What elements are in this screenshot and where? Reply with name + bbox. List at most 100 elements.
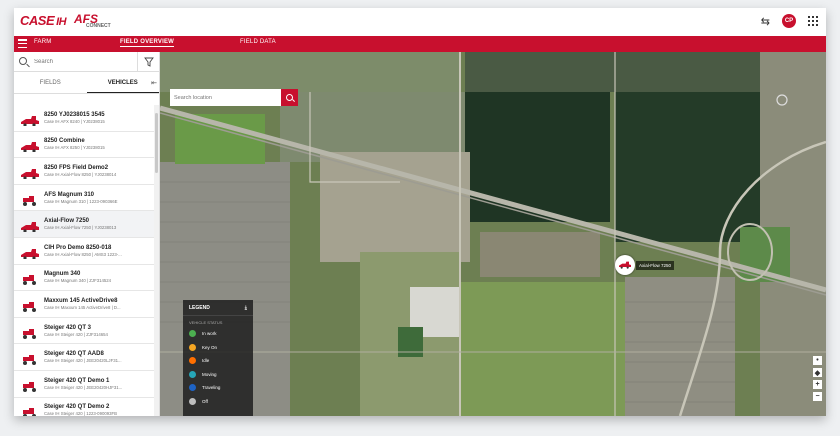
legend-item: Traveling [183,381,253,395]
vehicle-marker-label: Axial-Flow 7250 [636,260,675,270]
case-ih-logo: CASE IH [20,13,67,28]
status-dot-icon [189,370,196,378]
sidebar-search-input[interactable] [34,56,124,68]
vehicle-model: Case IH Axial-Flow 8250 | YJ0238014 [44,171,117,177]
vehicle-list-item[interactable]: 8250 YJ0238015 3545 Case IH AFX 8240 | YJ… [14,105,154,132]
locate-icon[interactable]: • [813,356,822,365]
combine-icon [615,255,635,275]
vehicle-name: AFS Magnum 310 [44,191,95,198]
vehicle-list-item[interactable]: Maxxum 145 ActiveDrive8 Case IH Maxxum 14… [14,291,154,318]
filter-icon [143,57,154,67]
legend-item: Idle [183,354,253,368]
legend-item: Moving [183,368,253,382]
vehicle-model: Case IH Magnum 340 | ZJF314524 [44,278,112,284]
user-avatar[interactable]: CP [782,14,796,28]
vehicle-name: Steiger 420 QT AAD8 [44,351,104,358]
zoom-out-button[interactable]: − [813,392,822,401]
app-window: CASE IH AFS CONNECT ⇆ CP FARM FIELD OVERVI… [14,8,826,416]
nav-field-data[interactable]: FIELD DATA [240,39,276,45]
sidebar-search [14,52,159,72]
vehicle-list-item[interactable]: Axial-Flow 7250 Case IH Axial-Flow 7250 |… [14,211,154,238]
status-dot-icon [189,397,196,405]
vehicle-name: Axial-Flow 7250 [44,218,90,225]
top-bar: CASE IH AFS CONNECT ⇆ CP [14,8,826,36]
vehicle-name: CIH Pro Demo 8250-018 [44,244,112,251]
search-icon [19,57,27,65]
legend-item-label: Key On [202,344,218,350]
vehicle-list-item[interactable]: Steiger 420 QT Demo 1 Case IH Steiger 420… [14,371,154,398]
tractor-icon [21,326,39,339]
legend-item: Off [183,395,253,409]
vehicle-model: Case IH AFX 8240 | YJ0238015 [44,118,105,124]
vehicle-list-item[interactable]: 8250 FPS Field Demo2 Case IH Axial-Flow 8… [14,158,154,185]
vehicle-name: Steiger 420 QT 3 [44,324,92,331]
satellite-map [160,52,826,416]
vehicle-model: Case IH Magnum 310 | 1223-090366E [44,198,118,204]
map-legend: LEGEND ⤓ VEHICLE STATUS In work Key On Idle… [183,300,253,416]
tab-fields[interactable]: FIELDS [14,72,87,93]
legend-item-label: Traveling [202,385,221,391]
download-icon[interactable]: ⤓ [245,305,247,311]
apps-grid-icon[interactable] [808,16,818,26]
status-dot-icon [189,357,196,365]
tractor-icon [21,379,39,392]
vehicle-list-item[interactable]: AFS Magnum 310 Case IH Magnum 310 | 1223-… [14,185,154,212]
filter-button[interactable] [137,52,159,72]
vehicle-list-item[interactable]: Steiger 420 QT 3 Case IH Steiger 420 | ZJ… [14,318,154,345]
layers-icon[interactable]: ◆ [813,368,822,377]
map-search [170,89,298,106]
legend-title: LEGEND [189,304,210,311]
collapse-sidebar-icon[interactable]: ⇤ [151,79,157,87]
vehicle-name: Maxxum 145 ActiveDrive8 [44,297,118,304]
vehicle-list-item[interactable]: Magnum 340 Case IH Magnum 340 | ZJF314524 [14,265,154,292]
combine-icon [21,246,39,260]
sidebar-scrollbar[interactable] [154,105,159,416]
map-search-input[interactable] [170,89,281,106]
tab-vehicles[interactable]: VEHICLES [86,72,159,93]
vehicle-model: Case IH Steiger 420 | ZJF314654 [44,331,108,337]
vehicle-list-item[interactable]: Steiger 420 QT AAD8 Case IH Steiger 420 |… [14,344,154,371]
tractor-icon [21,193,39,206]
vehicle-name: 8250 FPS Field Demo2 [44,164,109,171]
vehicle-list-item[interactable]: Steiger 420 QT Demo 2 Case IH Steiger 420… [14,398,154,416]
zoom-in-button[interactable]: + [813,380,822,389]
legend-item: Key On [183,341,253,355]
combine-icon [21,219,39,233]
swap-icon[interactable]: ⇆ [761,15,770,28]
legend-item: In work [183,327,253,341]
vehicle-model: Case IH AFX 8250 | YJ0238015 [44,145,105,151]
vehicle-marker[interactable]: Axial-Flow 7250 [615,255,675,275]
vehicle-name: Steiger 420 QT Demo 1 [44,377,110,384]
sidebar: FIELDS VEHICLES ⇤ 8250 YJ0238015 3545Cas… [14,52,160,416]
vehicle-name: 8250 YJ0238015 3545 [44,111,105,118]
vehicle-model: Case IH Steiger 420 | JEE20420LJF31... [44,358,122,364]
vehicle-name: 8250 Combine [44,138,85,145]
vehicle-name: Steiger 420 QT Demo 2 [44,404,110,411]
tractor-icon [21,405,39,416]
nav-field-overview[interactable]: FIELD OVERVIEW [120,39,175,47]
map-controls: • ◆ + − [813,356,822,401]
tractor-icon [21,352,39,366]
map-view[interactable]: Axial-Flow 7250 LEGEND ⤓ VEHICLE STATUS I… [160,52,826,416]
search-icon [286,94,293,101]
vehicle-list-item[interactable]: 8250 Combine Case IH AFX 8250 | YJ0238015 [14,132,154,159]
map-search-button[interactable] [281,89,298,106]
sidebar-tabs: FIELDS VEHICLES ⇤ [14,72,159,94]
vehicle-model: Case IH Steiger 420 | 1223-090093FB [44,411,118,416]
status-dot-icon [189,384,196,392]
tractor-icon [21,299,39,312]
status-dot-icon [189,330,196,338]
vehicle-list-item[interactable]: CIH Pro Demo 8250-018 Case IH Axial-Flow … [14,238,154,265]
combine-icon [21,139,39,153]
tractor-icon [21,272,39,286]
hamburger-menu-icon[interactable] [18,39,27,48]
vehicle-model: Case IH Steiger 420 | JEE20420HJF31... [44,384,123,390]
nav-farm[interactable]: FARM [34,39,51,45]
afs-connect-logo: AFS CONNECT [74,12,111,29]
vehicle-list: 8250 YJ0238015 3545 Case IH AFX 8240 | YJ… [14,105,154,416]
vehicle-model: Case IH Axial-Flow 7250 | YJ0238013 [44,225,117,231]
combine-icon [21,113,39,127]
vehicle-name: Magnum 340 [44,271,81,278]
legend-item-label: In work [202,331,217,337]
legend-item-label: Idle [202,358,210,364]
